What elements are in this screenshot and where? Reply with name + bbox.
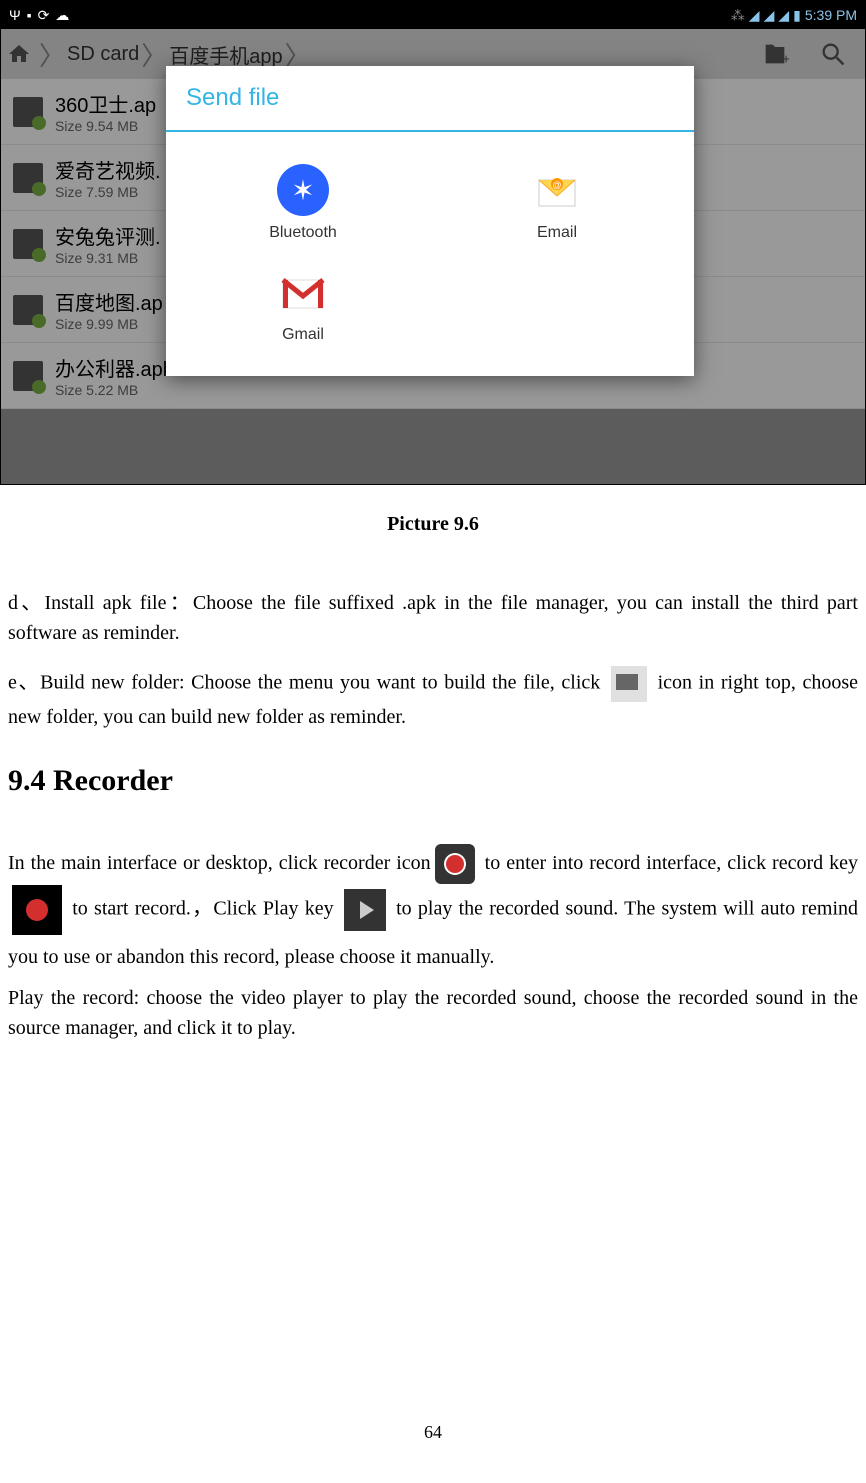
text-segment: to start record.，Click Play key bbox=[66, 898, 340, 920]
record-button-icon bbox=[12, 885, 62, 935]
email-icon: @ bbox=[531, 164, 583, 216]
option-gmail[interactable]: Gmail bbox=[176, 254, 430, 356]
recorder-app-icon bbox=[435, 844, 475, 884]
bluetooth-status-icon: ⁂ bbox=[731, 7, 745, 24]
signal-icon-2: ◢ bbox=[778, 7, 789, 24]
option-label: Gmail bbox=[282, 326, 324, 344]
text-segment: to enter into record interface, click re… bbox=[479, 852, 858, 874]
signal-icon-1: ◢ bbox=[764, 7, 775, 24]
send-file-dialog: Send file Bluetooth @ Email Gmail bbox=[166, 66, 694, 376]
section-heading: 9.4 Recorder bbox=[8, 758, 858, 803]
status-time: 5:39 PM bbox=[805, 7, 857, 23]
usb-icon: Ψ bbox=[9, 7, 21, 23]
figure-caption: Picture 9.6 bbox=[0, 513, 866, 536]
document-body: d、Install apk file：Choose the file suffi… bbox=[0, 588, 866, 1043]
recorder-paragraph: In the main interface or desktop, click … bbox=[8, 841, 858, 979]
play-button-icon bbox=[344, 889, 386, 931]
play-record-paragraph: Play the record: choose the video player… bbox=[8, 983, 858, 1043]
text-segment: In the main interface or desktop, click … bbox=[8, 852, 431, 874]
text-segment: e、Build new folder: Choose the menu you … bbox=[8, 672, 607, 694]
wifi-icon: ◢ bbox=[749, 7, 760, 24]
option-label: Email bbox=[537, 224, 577, 242]
paragraph-d: d、Install apk file：Choose the file suffi… bbox=[8, 588, 858, 648]
svg-text:@: @ bbox=[552, 180, 561, 190]
option-email[interactable]: @ Email bbox=[430, 152, 684, 254]
gmail-icon bbox=[277, 266, 329, 318]
dialog-title: Send file bbox=[166, 66, 694, 132]
cloud-icon: ☁ bbox=[55, 7, 69, 24]
sync-icon: ⟳ bbox=[38, 7, 50, 24]
debug-icon: ▪ bbox=[27, 7, 32, 23]
folder-plus-icon bbox=[611, 666, 647, 702]
status-bar: Ψ ▪ ⟳ ☁ ⁂ ◢ ◢ ◢ ▮ 5:39 PM bbox=[1, 1, 865, 29]
option-bluetooth[interactable]: Bluetooth bbox=[176, 152, 430, 254]
android-screenshot: Ψ ▪ ⟳ ☁ ⁂ ◢ ◢ ◢ ▮ 5:39 PM 〉 SD card 〉 百度… bbox=[0, 0, 866, 485]
battery-icon: ▮ bbox=[793, 7, 801, 24]
bluetooth-icon bbox=[277, 164, 329, 216]
paragraph-e: e、Build new folder: Choose the menu you … bbox=[8, 666, 858, 732]
option-label: Bluetooth bbox=[269, 224, 337, 242]
page-number: 64 bbox=[424, 1422, 442, 1443]
